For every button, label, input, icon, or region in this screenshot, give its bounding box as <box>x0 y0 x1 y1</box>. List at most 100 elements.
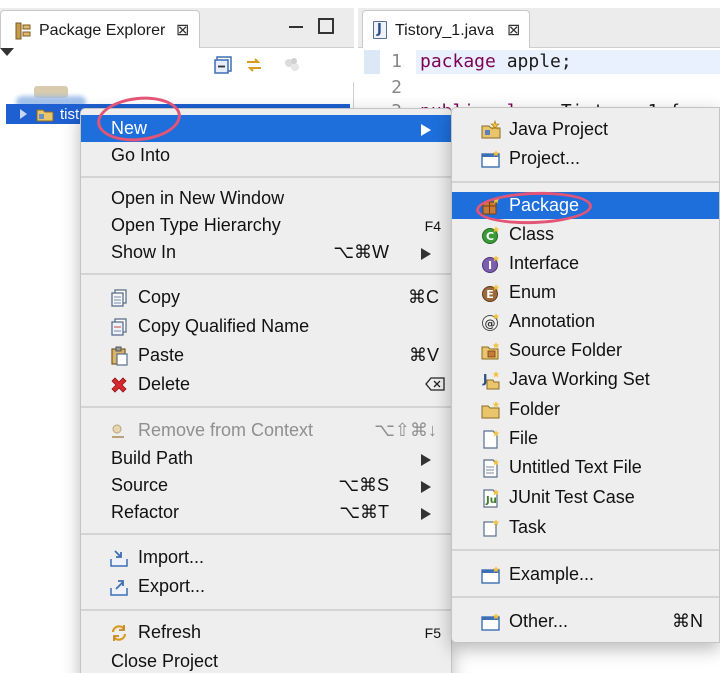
submenu-item-untitled-text-file[interactable]: Untitled Text File <box>452 454 719 481</box>
menu-item-label: Other... <box>509 611 569 631</box>
view-menu-icon[interactable] <box>0 48 14 56</box>
menu-item-label: Java Project <box>509 119 609 139</box>
line-number: 1 <box>391 51 402 72</box>
menu-item-show-in[interactable]: Show In ⌥⌘W <box>81 239 451 266</box>
menu-item-label: Open in New Window <box>111 188 285 208</box>
menu-item-export[interactable]: Export... <box>81 573 451 600</box>
code-line[interactable]: 1 package apple; <box>358 50 720 74</box>
submenu-arrow-icon <box>421 124 431 136</box>
menu-item-build-path[interactable]: Build Path <box>81 445 451 472</box>
refresh-icon <box>111 625 127 641</box>
submenu-item-junit-test-case[interactable]: Ju JUnit Test Case <box>452 484 719 511</box>
close-icon[interactable]: ⊠ <box>507 23 520 39</box>
menu-item-label: Go Into <box>111 145 171 165</box>
menu-item-label: Folder <box>509 399 561 419</box>
remove-from-context-icon <box>112 424 124 438</box>
menu-item-source[interactable]: Source ⌥⌘S <box>81 472 451 499</box>
close-icon[interactable]: ⊠ <box>176 23 189 39</box>
menu-item-copy-qualified-name[interactable]: Copy Qualified Name <box>81 313 451 340</box>
menu-item-label: Delete <box>138 374 191 394</box>
collapse-all-icon[interactable] <box>214 55 234 75</box>
svg-text:I: I <box>488 259 492 272</box>
menu-item-label: Enum <box>509 282 557 302</box>
tab-package-explorer[interactable]: Package Explorer ⊠ <box>0 10 200 48</box>
svg-text:@: @ <box>485 317 496 330</box>
menu-item-copy[interactable]: Copy ⌘C <box>81 284 451 311</box>
menu-item-label: Interface <box>509 253 580 273</box>
menu-item-delete[interactable]: Delete <box>81 371 451 398</box>
copy-icon <box>111 289 127 307</box>
menu-item-remove-from-context[interactable]: Remove from Context ⌥⇧⌘↓ <box>81 417 451 444</box>
submenu-item-class[interactable]: C Class <box>452 221 719 248</box>
menu-separator <box>81 533 451 535</box>
menu-item-label: Paste <box>138 345 185 365</box>
menu-item-label: Close Project <box>111 651 219 671</box>
menu-item-refresh[interactable]: Refresh F5 <box>81 619 451 646</box>
package-explorer-toolbar <box>0 48 354 82</box>
minimize-icon[interactable] <box>289 20 303 34</box>
svg-text:E: E <box>486 288 494 301</box>
menu-item-go-into[interactable]: Go Into <box>81 142 451 169</box>
menu-item-shortcut: ⌘V <box>408 345 439 365</box>
menu-item-refactor[interactable]: Refactor ⌥⌘T <box>81 499 451 526</box>
menu-item-label: Open Type Hierarchy <box>111 215 281 235</box>
menu-item-shortcut: ⌥⌘S <box>338 475 389 495</box>
menu-item-label: JUnit Test Case <box>509 487 635 507</box>
focus-on-task-icon[interactable] <box>282 55 302 75</box>
expand-arrow-icon[interactable] <box>20 109 27 119</box>
menu-item-label: Export... <box>138 576 206 596</box>
task-icon <box>483 519 500 537</box>
class-icon: C <box>482 226 500 244</box>
maximize-icon[interactable] <box>318 18 334 34</box>
menu-item-label: Build Path <box>111 448 194 468</box>
submenu-item-project[interactable]: Project... <box>452 145 719 172</box>
delete-key-icon <box>425 377 445 391</box>
submenu-item-source-folder[interactable]: Source Folder <box>452 337 719 364</box>
submenu-item-task[interactable]: Task <box>452 514 719 541</box>
submenu-item-file[interactable]: File <box>452 425 719 452</box>
menu-item-open-in-new-window[interactable]: Open in New Window <box>81 185 451 212</box>
submenu-item-java-project[interactable]: Java Project <box>452 116 719 143</box>
submenu-item-enum[interactable]: E Enum <box>452 279 719 306</box>
menu-item-paste[interactable]: Paste ⌘V <box>81 342 451 369</box>
menu-item-label: Task <box>509 517 547 537</box>
menu-item-label: Show In <box>111 242 177 262</box>
menu-item-label: Refactor <box>111 502 180 522</box>
menu-separator <box>452 549 719 551</box>
folder-icon <box>481 401 500 419</box>
submenu-arrow-icon <box>421 248 431 260</box>
submenu-item-java-working-set[interactable]: J Java Working Set <box>452 366 719 393</box>
menu-item-label: Class <box>509 224 555 244</box>
menu-separator <box>81 609 451 611</box>
code-line[interactable]: 2 <box>358 76 720 100</box>
other-wizard-icon <box>481 613 500 631</box>
file-icon <box>483 430 500 449</box>
menu-separator <box>452 181 719 183</box>
source-folder-icon <box>481 342 500 360</box>
menu-item-open-type-hierarchy[interactable]: Open Type Hierarchy F4 <box>81 212 451 239</box>
java-project-icon <box>481 120 501 139</box>
submenu-item-folder[interactable]: Folder <box>452 396 719 423</box>
submenu-item-other[interactable]: Other... ⌘N <box>452 608 719 635</box>
submenu-item-example[interactable]: Example... <box>452 561 719 588</box>
package-explorer-icon <box>15 22 31 40</box>
menu-item-label: File <box>509 428 539 448</box>
menu-item-shortcut: ⌘C <box>408 287 439 307</box>
java-working-set-icon: J <box>482 371 500 390</box>
menu-item-import[interactable]: Import... <box>81 544 451 571</box>
menu-item-label: Import... <box>138 547 205 567</box>
submenu-item-interface[interactable]: I Interface <box>452 250 719 277</box>
editor-tabbar: Tistory_1.java ⊠ <box>358 8 720 48</box>
link-with-editor-icon[interactable] <box>244 55 264 75</box>
svg-text:C: C <box>486 230 494 243</box>
menu-item-close-project[interactable]: Close Project <box>81 648 451 673</box>
menu-item-label: Java Working Set <box>509 369 650 389</box>
tree-item-label: tist <box>60 106 80 123</box>
editor-tab-label: Tistory_1.java <box>395 22 494 39</box>
interface-icon: I <box>482 255 500 273</box>
menu-separator <box>452 596 719 598</box>
submenu-item-annotation[interactable]: @ Annotation <box>452 308 719 335</box>
tab-tistory-java[interactable]: Tistory_1.java ⊠ <box>362 10 530 48</box>
java-file-icon <box>373 21 387 39</box>
menu-separator <box>81 273 451 275</box>
